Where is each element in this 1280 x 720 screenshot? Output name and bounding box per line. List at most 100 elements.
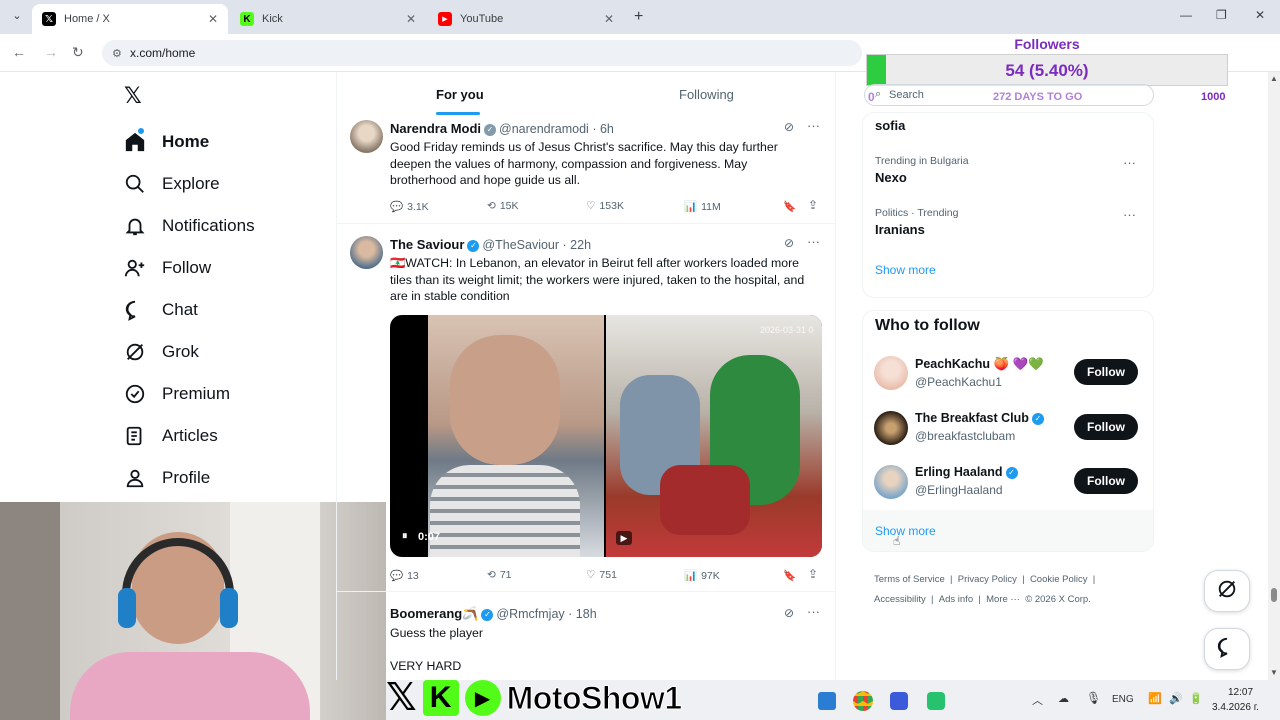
- bookmark-icon[interactable]: 🔖: [783, 569, 796, 582]
- avatar[interactable]: [874, 411, 908, 445]
- avatar[interactable]: [350, 236, 383, 269]
- follow-button[interactable]: Follow: [1074, 414, 1138, 440]
- tab-search-button[interactable]: ⌄: [8, 9, 26, 27]
- site-info-icon[interactable]: ⚙: [112, 47, 122, 60]
- tab-youtube[interactable]: ▶ YouTube ✕: [428, 4, 624, 34]
- pause-icon[interactable]: ⏸: [402, 530, 408, 543]
- x-logo-icon[interactable]: 𝕏: [124, 84, 148, 108]
- scrollbar-thumb[interactable]: [1271, 588, 1277, 602]
- app-icon[interactable]: [927, 692, 945, 710]
- author-handle[interactable]: @narendramodi: [499, 122, 589, 136]
- author-name[interactable]: The Saviour: [390, 237, 464, 252]
- post-video[interactable]: 2026-03-31 0 ⏸ 0:07 ▶: [390, 315, 822, 557]
- suggestion-name[interactable]: PeachKachu 🍑 💜💚: [915, 357, 1044, 372]
- grok-icon[interactable]: ⊘: [784, 120, 794, 134]
- more-icon[interactable]: ···: [807, 604, 820, 619]
- post-time[interactable]: · 22h: [563, 238, 592, 252]
- scrollbar-up-icon[interactable]: ▲: [1270, 74, 1278, 83]
- suggestion-name[interactable]: Erling Haaland: [915, 465, 1003, 479]
- post[interactable]: Narendra Modi ✓ @narendramodi · 6h ⊘ ··· G…: [337, 114, 835, 224]
- tab-following[interactable]: Following: [679, 87, 734, 102]
- sidebar-item-articles[interactable]: Articles: [122, 416, 218, 456]
- tab-home-x[interactable]: 𝕏 Home / X ✕: [32, 4, 228, 34]
- tab-kick[interactable]: K Kick ✕: [230, 4, 426, 34]
- clock-date[interactable]: 3.4.2026 г.: [1212, 702, 1259, 713]
- post[interactable]: The Saviour ✓ @TheSaviour · 22h ⊘ ··· 🇱🇧WA…: [337, 226, 835, 592]
- reload-icon[interactable]: ↻: [72, 44, 84, 61]
- footer-link-terms[interactable]: Terms of Service: [874, 574, 945, 585]
- chat-float-button[interactable]: [1204, 628, 1250, 670]
- window-close-icon[interactable]: ✕: [1255, 8, 1265, 22]
- show-more-link[interactable]: Show more: [875, 263, 936, 277]
- tab-for-you[interactable]: For you: [436, 87, 484, 102]
- footer-link-ads[interactable]: Ads info: [939, 594, 973, 605]
- author-name[interactable]: Boomerang🪃: [390, 606, 478, 621]
- minimize-icon[interactable]: —: [1180, 8, 1192, 22]
- trend-item[interactable]: sofia: [875, 118, 905, 133]
- wifi-icon[interactable]: 📶: [1148, 692, 1162, 705]
- sidebar-item-home[interactable]: Home: [122, 122, 209, 162]
- suggestion-handle[interactable]: @breakfastclubam: [915, 429, 1015, 443]
- repost-button[interactable]: ⟲ 71: [487, 569, 512, 581]
- scrollbar[interactable]: ▲ ▼: [1268, 72, 1280, 680]
- sidebar-item-notifications[interactable]: Notifications: [122, 206, 255, 246]
- app-icon[interactable]: [890, 692, 908, 710]
- share-icon[interactable]: ⇪: [808, 198, 818, 212]
- like-button[interactable]: ♡ 751: [586, 569, 617, 581]
- more-icon[interactable]: ···: [807, 234, 820, 249]
- sidebar-item-grok[interactable]: Grok: [122, 332, 199, 372]
- share-icon[interactable]: ⇪: [808, 567, 818, 581]
- close-icon[interactable]: ✕: [406, 12, 416, 26]
- suggestion-handle[interactable]: @PeachKachu1: [915, 375, 1002, 389]
- post-time[interactable]: · 6h: [592, 122, 614, 136]
- volume-icon[interactable]: 🔊: [1169, 692, 1183, 705]
- follow-button[interactable]: Follow: [1074, 359, 1138, 385]
- bookmark-icon[interactable]: 🔖: [783, 200, 796, 213]
- address-bar[interactable]: ⚙ x.com/home: [102, 40, 862, 66]
- footer-link-more[interactable]: More ···: [986, 594, 1020, 605]
- repost-button[interactable]: ⟲ 15K: [487, 200, 519, 212]
- close-icon[interactable]: ✕: [208, 12, 218, 26]
- more-icon[interactable]: ···: [807, 118, 820, 133]
- maximize-icon[interactable]: ❐: [1216, 8, 1227, 22]
- footer-link-accessibility[interactable]: Accessibility: [874, 594, 926, 605]
- avatar[interactable]: [874, 465, 908, 499]
- search-field[interactable]: ⌕ Search: [864, 84, 1154, 106]
- mic-icon[interactable]: 🎙: [1086, 691, 1101, 705]
- author-handle[interactable]: @Rmcfmjay: [496, 607, 564, 621]
- post-time[interactable]: · 18h: [568, 607, 597, 621]
- app-icon[interactable]: [818, 692, 836, 710]
- clock-time[interactable]: 12:07: [1228, 687, 1253, 698]
- forward-icon[interactable]: →: [44, 44, 58, 60]
- reply-button[interactable]: 💬 13: [390, 569, 419, 583]
- language-indicator[interactable]: ENG: [1112, 694, 1134, 705]
- tray-chevron-icon[interactable]: ︿: [1032, 692, 1043, 708]
- grok-icon[interactable]: ⊘: [784, 606, 794, 620]
- author-name[interactable]: Narendra Modi: [390, 121, 481, 136]
- reply-button[interactable]: 💬 3.1K: [390, 200, 429, 214]
- suggestion-name[interactable]: The Breakfast Club: [915, 411, 1029, 425]
- suggestion-handle[interactable]: @ErlingHaaland: [915, 483, 1003, 497]
- more-icon[interactable]: ···: [1123, 155, 1136, 170]
- footer-link-cookie[interactable]: Cookie Policy: [1030, 574, 1088, 585]
- grok-icon[interactable]: ⊘: [784, 236, 794, 250]
- battery-icon[interactable]: 🔋: [1189, 692, 1203, 705]
- avatar[interactable]: [350, 120, 383, 153]
- avatar[interactable]: [874, 356, 908, 390]
- views-button[interactable]: 📊 11M: [684, 200, 721, 214]
- like-button[interactable]: ♡ 153K: [586, 200, 624, 212]
- views-button[interactable]: 📊 97K: [684, 569, 720, 583]
- back-icon[interactable]: ←: [12, 44, 26, 60]
- author-handle[interactable]: @TheSaviour: [482, 238, 559, 252]
- sidebar-item-profile[interactable]: Profile: [122, 458, 210, 498]
- sidebar-item-follow[interactable]: Follow: [122, 248, 211, 288]
- sidebar-item-explore[interactable]: Explore: [122, 164, 220, 204]
- chrome-icon[interactable]: [853, 691, 873, 711]
- sidebar-item-chat[interactable]: Chat: [122, 290, 198, 330]
- new-tab-icon[interactable]: +: [634, 8, 643, 26]
- footer-link-privacy[interactable]: Privacy Policy: [958, 574, 1017, 585]
- trend-item[interactable]: Politics · Trending Iranians: [875, 207, 958, 237]
- show-more-link[interactable]: Show more: [875, 524, 936, 538]
- scrollbar-down-icon[interactable]: ▼: [1270, 668, 1278, 677]
- follow-button[interactable]: Follow: [1074, 468, 1138, 494]
